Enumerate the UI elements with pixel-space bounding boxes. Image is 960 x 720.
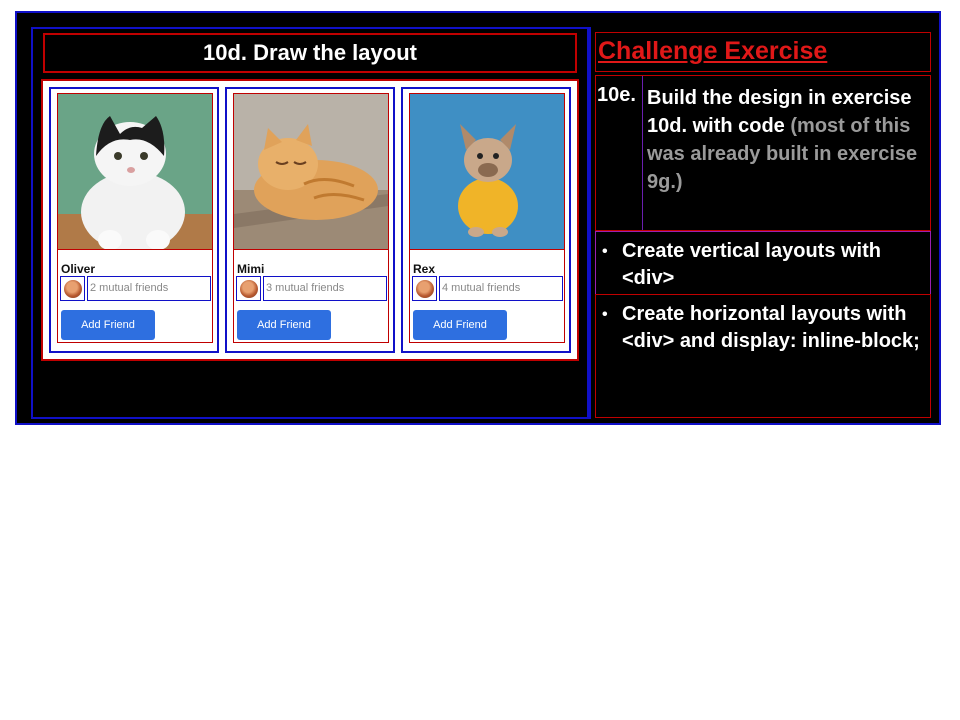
bullet-text: Create vertical layouts with <div>: [622, 240, 881, 289]
cat-photo: [58, 94, 212, 250]
mutual-friends-row: 2 mutual friends: [60, 276, 211, 302]
friend-card: Mimi 3 mutual friends Add Friend: [225, 87, 395, 353]
add-friend-button[interactable]: Add Friend: [61, 310, 155, 340]
mutual-friends-text: 4 mutual friends: [439, 276, 563, 301]
avatar-box: [236, 276, 261, 301]
mutual-friends-text: 2 mutual friends: [87, 276, 211, 301]
bullet-text: Create horizontal layouts with <div> and…: [622, 303, 920, 352]
pet-name: Oliver: [61, 262, 96, 276]
slide: 10d. Draw the layout Oliver 2 mutual fri…: [15, 11, 941, 425]
pet-name: Mimi: [237, 262, 265, 276]
exercise-description: Build the design in exercise 10d. with c…: [642, 76, 930, 230]
bullet-dot: •: [602, 243, 608, 260]
cards-panel: Oliver 2 mutual friends Add Friend Mimi …: [41, 79, 579, 361]
avatar-icon: [239, 279, 258, 298]
challenge-column: Challenge Exercise 10e. Build the design…: [589, 27, 931, 419]
avatar-box: [60, 276, 85, 301]
card-content: Mimi 3 mutual friends Add Friend: [233, 93, 389, 343]
bullet-horizontal-layouts: • Create horizontal layouts with <div> a…: [595, 294, 931, 418]
challenge-title: Challenge Exercise: [595, 32, 931, 72]
slide-title: 10d. Draw the layout: [43, 33, 577, 73]
avatar-box: [412, 276, 437, 301]
bullet-dot: •: [602, 306, 608, 323]
bullet-vertical-layouts: • Create vertical layouts with <div>: [595, 231, 931, 295]
mutual-friends-row: 3 mutual friends: [236, 276, 387, 302]
pet-name: Rex: [413, 262, 436, 276]
friend-card: Oliver 2 mutual friends Add Friend: [49, 87, 219, 353]
mutual-friends-row: 4 mutual friends: [412, 276, 563, 302]
card-content: Rex 4 mutual friends Add Friend: [409, 93, 565, 343]
add-friend-button[interactable]: Add Friend: [413, 310, 507, 340]
add-friend-button[interactable]: Add Friend: [237, 310, 331, 340]
dog-photo: [410, 94, 564, 250]
avatar-icon: [415, 279, 434, 298]
avatar-icon: [63, 279, 82, 298]
cat-photo: [234, 94, 388, 250]
card-content: Oliver 2 mutual friends Add Friend: [57, 93, 213, 343]
exercise-box: 10e. Build the design in exercise 10d. w…: [595, 75, 931, 231]
mutual-friends-text: 3 mutual friends: [263, 276, 387, 301]
exercise-number: 10e.: [597, 84, 636, 106]
friend-card: Rex 4 mutual friends Add Friend: [401, 87, 571, 353]
